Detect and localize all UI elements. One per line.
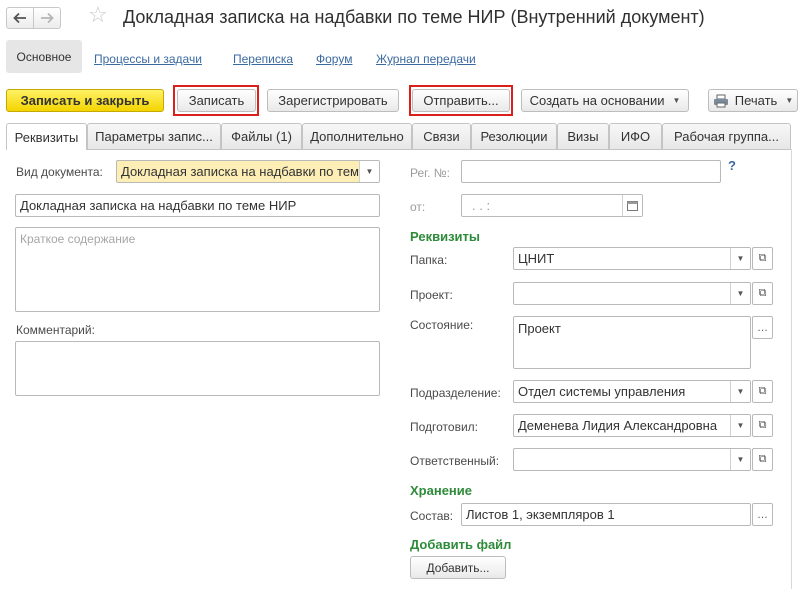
reg-number-input[interactable] xyxy=(461,160,721,183)
tab-divider xyxy=(6,149,792,150)
back-button[interactable] xyxy=(6,7,34,29)
section-forum[interactable]: Форум xyxy=(316,52,352,66)
tab-resolutions[interactable]: Резолюции xyxy=(471,123,557,149)
send-highlight-box xyxy=(409,85,513,116)
doc-type-value: Докладная записка на надбавки по теме НИ… xyxy=(121,164,380,179)
printer-icon xyxy=(713,94,728,107)
open-item-icon[interactable]: ⧉ xyxy=(752,282,773,305)
composition-label: Состав: xyxy=(410,509,454,523)
favorite-star-icon[interactable]: ☆ xyxy=(88,4,108,26)
date-input[interactable]: . . : xyxy=(461,194,643,217)
dropdown-arrow-icon[interactable]: ▼ xyxy=(359,161,379,182)
department-field[interactable]: Отдел системы управления ▼ xyxy=(513,380,751,403)
comment-label: Комментарий: xyxy=(16,323,95,337)
summary-textarea[interactable]: Краткое содержание xyxy=(15,227,380,312)
section-processes[interactable]: Процессы и задачи xyxy=(94,52,202,66)
arrow-left-icon xyxy=(13,12,26,24)
tab-files[interactable]: Файлы (1) xyxy=(221,123,302,149)
department-value: Отдел системы управления xyxy=(518,384,686,399)
folder-value: ЦНИТ xyxy=(518,251,555,266)
folder-label: Папка: xyxy=(410,253,448,267)
doc-type-field[interactable]: Докладная записка на надбавки по теме НИ… xyxy=(116,160,380,183)
document-title-input[interactable]: Докладная записка на надбавки по теме НИ… xyxy=(15,194,380,217)
print-label: Печать xyxy=(734,93,778,108)
create-based-on-label: Создать на основании xyxy=(529,93,665,108)
panel-border xyxy=(791,149,792,589)
state-field[interactable]: Проект xyxy=(513,316,751,369)
forward-button[interactable] xyxy=(33,7,61,29)
project-field[interactable]: ▼ xyxy=(513,282,751,305)
add-file-button[interactable]: Добавить... xyxy=(410,556,506,579)
dropdown-arrow-icon[interactable]: ▼ xyxy=(730,381,750,402)
dropdown-arrow-icon: ▼ xyxy=(672,96,681,105)
create-based-on-button[interactable]: Создать на основании ▼ xyxy=(521,89,689,112)
storage-header: Хранение xyxy=(410,483,472,498)
department-label: Подразделение: xyxy=(410,386,501,400)
composition-value: Листов 1, экземпляров 1 xyxy=(466,507,615,522)
dropdown-arrow-icon[interactable]: ▼ xyxy=(730,248,750,269)
tab-visas[interactable]: Визы xyxy=(557,123,609,149)
responsible-label: Ответственный: xyxy=(410,454,500,468)
dropdown-arrow-icon[interactable]: ▼ xyxy=(730,283,750,304)
state-value: Проект xyxy=(518,321,561,336)
section-correspondence[interactable]: Переписка xyxy=(233,52,293,66)
date-label: от: xyxy=(410,200,426,214)
summary-placeholder: Краткое содержание xyxy=(20,232,136,246)
tab-additional[interactable]: Дополнительно xyxy=(302,123,412,149)
composition-field[interactable]: Листов 1, экземпляров 1 xyxy=(461,503,751,526)
save-and-close-button[interactable]: Записать и закрыть xyxy=(6,89,164,112)
add-file-header: Добавить файл xyxy=(410,537,512,552)
date-mask: . . : xyxy=(472,198,491,213)
tab-work-group[interactable]: Рабочая группа... xyxy=(662,123,791,149)
print-button[interactable]: Печать ▼ xyxy=(708,89,798,112)
section-main[interactable]: Основное xyxy=(6,40,82,73)
prepared-by-value: Деменева Лидия Александровна xyxy=(518,418,718,433)
open-item-icon[interactable]: ⧉ xyxy=(752,380,773,403)
more-options-icon[interactable]: … xyxy=(752,503,773,526)
comment-textarea[interactable] xyxy=(15,341,380,396)
open-item-icon[interactable]: ⧉ xyxy=(752,414,773,437)
reg-number-label: Рег. №: xyxy=(410,166,450,180)
project-label: Проект: xyxy=(410,288,453,302)
dropdown-arrow-icon[interactable]: ▼ xyxy=(730,449,750,470)
open-item-icon[interactable]: ⧉ xyxy=(752,247,773,270)
section-transfer-log[interactable]: Журнал передачи xyxy=(376,52,476,66)
state-label: Состояние: xyxy=(410,318,474,332)
requisites-header: Реквизиты xyxy=(410,229,480,244)
arrow-right-icon xyxy=(41,12,54,24)
folder-field[interactable]: ЦНИТ ▼ xyxy=(513,247,751,270)
prepared-by-field[interactable]: Деменева Лидия Александровна ▼ xyxy=(513,414,751,437)
tab-links[interactable]: Связи xyxy=(412,123,471,149)
save-highlight-box xyxy=(173,85,259,116)
calendar-icon[interactable] xyxy=(622,195,642,216)
tab-record-params[interactable]: Параметры запис... xyxy=(87,123,221,149)
dropdown-arrow-icon: ▼ xyxy=(785,96,794,105)
prepared-by-label: Подготовил: xyxy=(410,420,479,434)
register-button[interactable]: Зарегистрировать xyxy=(267,89,399,112)
open-item-icon[interactable]: ⧉ xyxy=(752,448,773,471)
help-icon[interactable]: ? xyxy=(728,158,736,173)
window-title: Докладная записка на надбавки по теме НИ… xyxy=(123,7,705,27)
responsible-field[interactable]: ▼ xyxy=(513,448,751,471)
dropdown-arrow-icon[interactable]: ▼ xyxy=(730,415,750,436)
more-options-icon[interactable]: … xyxy=(752,316,773,339)
doc-type-label: Вид документа: xyxy=(16,165,103,179)
tab-ifo[interactable]: ИФО xyxy=(609,123,662,149)
tab-requisites[interactable]: Реквизиты xyxy=(6,123,87,150)
